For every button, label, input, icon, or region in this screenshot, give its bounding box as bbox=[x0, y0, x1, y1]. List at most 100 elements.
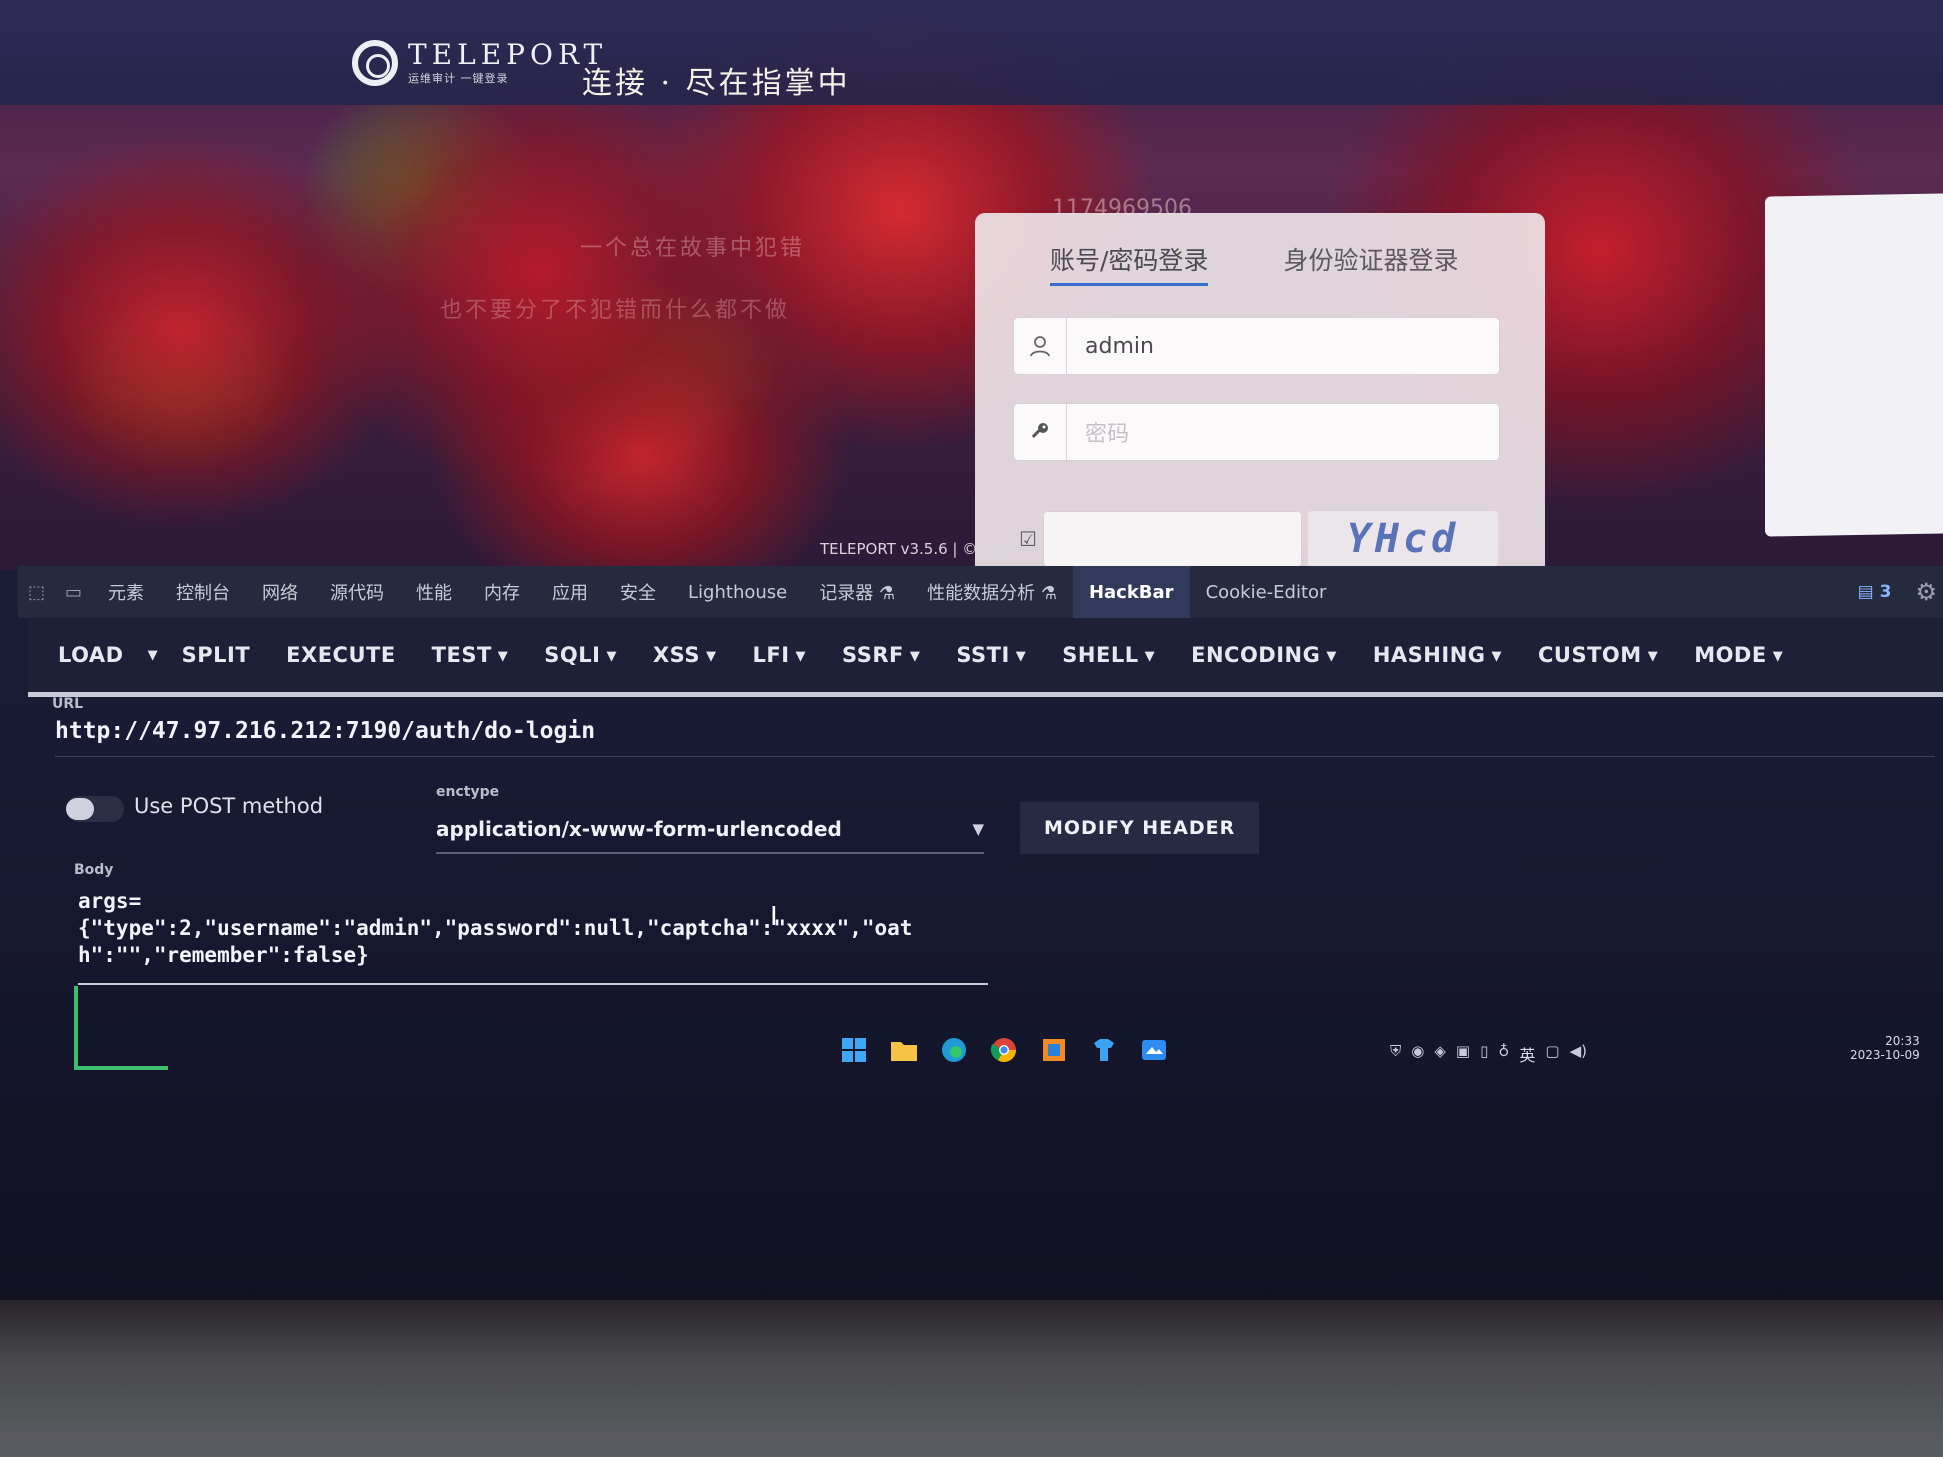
custom-label: CUSTOM bbox=[1538, 643, 1642, 667]
device-toggle-icon[interactable]: ▭ bbox=[55, 582, 92, 603]
windows-start-icon[interactable] bbox=[840, 1036, 868, 1064]
teleport-logo-icon bbox=[352, 40, 398, 86]
tab-authenticator-login[interactable]: 身份验证器登录 bbox=[1283, 241, 1458, 286]
body-textarea[interactable]: args= {"type":2,"username":"admin","pass… bbox=[78, 888, 988, 985]
chevron-down-icon: ▼ bbox=[497, 649, 509, 664]
tab-performance-insights[interactable]: 性能数据分析 ⚗ bbox=[911, 566, 1073, 618]
teleport-login-page: TELEPORT 运维审计 一键登录 连接 · 尽在指掌中 一个总在故事中犯错 … bbox=[0, 0, 1943, 578]
url-label: URL bbox=[52, 696, 84, 712]
checkbox-icon: ☑ bbox=[1019, 527, 1037, 551]
sqli-menu[interactable]: SQLI ▼ bbox=[526, 643, 635, 667]
password-field[interactable]: 密码 bbox=[1013, 403, 1500, 461]
tab-network[interactable]: 网络 bbox=[246, 566, 314, 618]
tab-application[interactable]: 应用 bbox=[536, 566, 604, 618]
chrome-browser-icon[interactable] bbox=[990, 1036, 1018, 1064]
body-label: Body bbox=[74, 862, 114, 878]
tab-elements[interactable]: 元素 bbox=[92, 566, 160, 618]
tab-memory[interactable]: 内存 bbox=[468, 566, 536, 618]
logo-name: TELEPORT bbox=[408, 38, 608, 71]
hashing-menu[interactable]: HASHING ▼ bbox=[1355, 643, 1520, 667]
key-icon bbox=[1014, 404, 1067, 460]
chevron-down-icon: ▼ bbox=[1772, 649, 1784, 664]
monitor-icon[interactable]: ▣ bbox=[1456, 1042, 1470, 1066]
tab-recorder[interactable]: 记录器 ⚗ bbox=[803, 566, 911, 618]
volume-icon[interactable]: ◀) bbox=[1570, 1042, 1587, 1066]
sqli-label: SQLI bbox=[544, 643, 601, 667]
tab-lighthouse[interactable]: Lighthouse bbox=[672, 566, 803, 618]
taskbar-apps bbox=[840, 1036, 1168, 1064]
windows-taskbar: ⛨ ◉ ◈ ▣ ▯ ♁ 英 ▢ ◀) 20:33 2023-10-09 bbox=[0, 1030, 1943, 1090]
microphone-icon[interactable]: ♁ bbox=[1498, 1042, 1509, 1066]
ssrf-label: SSRF bbox=[842, 643, 904, 667]
enctype-value: application/x-www-form-urlencoded bbox=[436, 817, 842, 841]
chevron-down-icon: ▼ bbox=[1326, 649, 1337, 664]
url-input[interactable]: http://47.97.216.212:7190/auth/do-login bbox=[55, 718, 1935, 757]
ssti-menu[interactable]: SSTI ▼ bbox=[938, 643, 1044, 667]
chevron-down-icon: ▼ bbox=[909, 649, 921, 664]
chevron-down-icon: ▼ bbox=[795, 649, 807, 664]
encoding-menu[interactable]: ENCODING ▼ bbox=[1173, 643, 1355, 667]
execute-button[interactable]: EXECUTE bbox=[268, 643, 414, 667]
chat-icon[interactable]: ◈ bbox=[1434, 1042, 1446, 1066]
xss-menu[interactable]: XSS ▼ bbox=[635, 643, 735, 667]
enctype-select[interactable]: application/x-www-form-urlencoded ▼ bbox=[436, 806, 984, 854]
modify-header-button[interactable]: MODIFY HEADER bbox=[1020, 802, 1260, 854]
display-icon[interactable]: ▢ bbox=[1545, 1042, 1559, 1066]
tab-password-login[interactable]: 账号/密码登录 bbox=[1050, 241, 1209, 286]
tab-performance[interactable]: 性能 bbox=[400, 566, 468, 618]
hashing-label: HASHING bbox=[1372, 643, 1486, 667]
username-field[interactable]: admin bbox=[1013, 317, 1500, 375]
background-quote-1: 一个总在故事中犯错 bbox=[580, 236, 806, 261]
tab-security[interactable]: 安全 bbox=[604, 566, 672, 618]
shell-menu[interactable]: SHELL ▼ bbox=[1044, 643, 1173, 667]
password-placeholder: 密码 bbox=[1085, 422, 1130, 447]
chevron-down-icon: ▼ bbox=[1015, 649, 1027, 664]
chevron-down-icon: ▼ bbox=[1144, 649, 1156, 664]
shield-icon[interactable]: ⛨ bbox=[1390, 1042, 1401, 1066]
inspect-icon[interactable]: ⬚ bbox=[18, 582, 55, 603]
lfi-label: LFI bbox=[752, 643, 790, 667]
lfi-menu[interactable]: LFI ▼ bbox=[734, 643, 824, 667]
taskbar-clock[interactable]: 20:33 2023-10-09 bbox=[1850, 1034, 1920, 1062]
test-menu[interactable]: TEST ▼ bbox=[414, 643, 527, 667]
load-dropdown-icon[interactable]: ▼ bbox=[142, 648, 164, 663]
load-button[interactable]: LOAD bbox=[28, 643, 142, 667]
tab-hackbar[interactable]: HackBar bbox=[1072, 566, 1190, 618]
gear-icon[interactable]: ⚙ bbox=[1915, 578, 1937, 606]
test-label: TEST bbox=[431, 643, 492, 667]
mode-menu[interactable]: MODE ▼ bbox=[1676, 643, 1801, 667]
partial-side-panel bbox=[1765, 193, 1943, 537]
network-app-icon[interactable]: ◉ bbox=[1411, 1042, 1424, 1066]
custom-menu[interactable]: CUSTOM ▼ bbox=[1520, 643, 1676, 667]
monitor-bezel bbox=[0, 1300, 1943, 1457]
app-window-icon[interactable] bbox=[1040, 1036, 1068, 1064]
tab-cookie-editor[interactable]: Cookie-Editor bbox=[1190, 566, 1343, 618]
devtools-tabbar: ⬚ ▭ 元素 控制台 网络 源代码 性能 内存 应用 安全 Lighthouse… bbox=[18, 566, 1943, 618]
battery-icon[interactable]: ▯ bbox=[1480, 1042, 1488, 1066]
post-method-toggle[interactable] bbox=[66, 796, 124, 822]
cloud-app-icon[interactable] bbox=[1140, 1036, 1168, 1064]
tab-console[interactable]: 控制台 bbox=[160, 566, 246, 618]
tab-sources[interactable]: 源代码 bbox=[314, 566, 400, 618]
input-method-indicator[interactable]: 英 bbox=[1519, 1042, 1535, 1066]
captcha-image[interactable]: YHcd bbox=[1308, 511, 1498, 567]
enctype-label: enctype bbox=[436, 784, 500, 800]
encoding-label: ENCODING bbox=[1191, 643, 1321, 667]
chevron-down-icon: ▼ bbox=[1491, 649, 1503, 664]
user-icon bbox=[1014, 318, 1067, 374]
login-card: 账号/密码登录 身份验证器登录 admin 密码 ☑ YHcd bbox=[975, 213, 1545, 578]
mode-label: MODE bbox=[1694, 643, 1767, 667]
issues-badge[interactable]: ▤ 3 bbox=[1858, 582, 1892, 602]
edge-browser-icon[interactable] bbox=[940, 1036, 968, 1064]
captcha-input[interactable] bbox=[1043, 511, 1302, 567]
slogan: 连接 · 尽在指掌中 bbox=[582, 66, 851, 101]
split-button[interactable]: SPLIT bbox=[164, 643, 269, 667]
logo-subtitle: 运维审计 一键登录 bbox=[408, 72, 509, 85]
tshirt-app-icon[interactable] bbox=[1090, 1036, 1118, 1064]
captcha-row: ☑ YHcd bbox=[1013, 511, 1498, 567]
system-tray: ⛨ ◉ ◈ ▣ ▯ ♁ 英 ▢ ◀) bbox=[1390, 1042, 1587, 1066]
post-method-label: Use POST method bbox=[134, 794, 324, 818]
clock-time: 20:33 bbox=[1885, 1034, 1920, 1048]
file-explorer-icon[interactable] bbox=[890, 1036, 918, 1064]
ssrf-menu[interactable]: SSRF ▼ bbox=[824, 643, 938, 667]
